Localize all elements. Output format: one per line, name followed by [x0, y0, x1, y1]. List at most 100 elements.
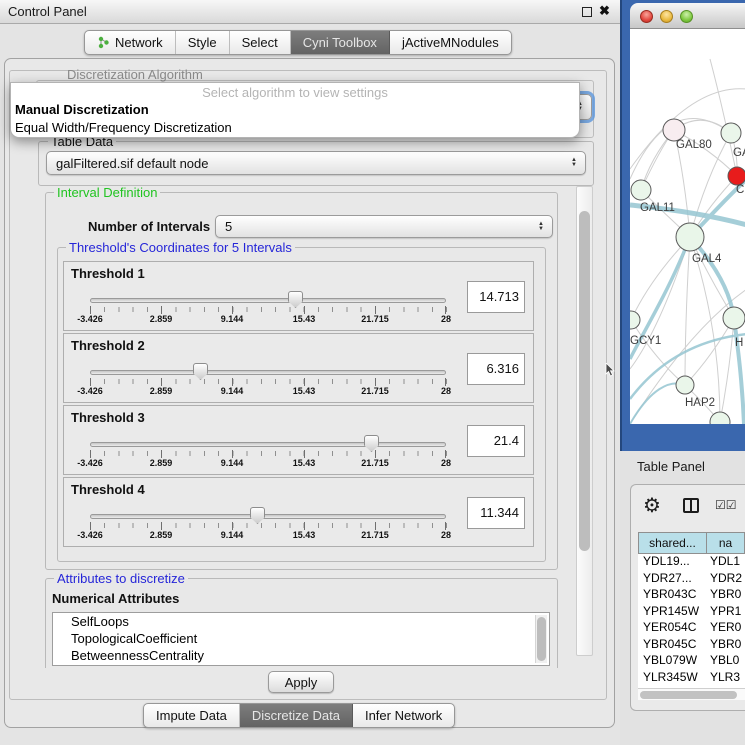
threshold-2-value-field[interactable]: 6.316 — [467, 353, 525, 385]
table-row[interactable]: YBL079WYBL0 — [638, 653, 745, 670]
tick-label: 28 — [441, 386, 451, 396]
table-row[interactable]: YER054CYER0 — [638, 620, 745, 637]
table-data-combo-value: galFiltered.sif default node — [56, 152, 208, 174]
tab-cyni-toolbox[interactable]: Cyni Toolbox — [291, 31, 390, 54]
list-item[interactable]: BetweennessCentrality — [53, 647, 549, 664]
bottom-tab-bar: Impute Data Discretize Data Infer Networ… — [143, 703, 455, 728]
node-table[interactable]: shared... na YDL19...YDL1 YDR27...YDR2 Y… — [638, 532, 745, 700]
node-label: GAL80 — [676, 139, 712, 151]
apply-button[interactable]: Apply — [268, 671, 334, 693]
column-header-shared[interactable]: shared... — [638, 532, 707, 554]
top-tab-bar: Network Style Select Cyni Toolbox jActiv… — [84, 30, 512, 55]
threshold-4-panel: Threshold 4 -3.426 2.859 9.144 15.43 21.… — [63, 477, 534, 547]
threshold-3-label: Threshold 3 — [71, 410, 145, 425]
tick-label: 21.715 — [361, 386, 389, 396]
settings-scroll-viewport: Interval Definition Number of Intervals … — [10, 186, 572, 668]
node-top-right[interactable] — [721, 123, 741, 143]
table-panel-title: Table Panel — [637, 459, 705, 474]
float-window-icon[interactable] — [582, 7, 592, 17]
settings-scrollbar[interactable] — [576, 186, 593, 656]
tick-label: 9.144 — [221, 530, 244, 540]
split-columns-icon[interactable] — [683, 498, 699, 513]
threshold-4-slider-track[interactable] — [90, 514, 446, 519]
threshold-2-slider-track[interactable] — [90, 370, 446, 375]
threshold-4-label: Threshold 4 — [71, 482, 145, 497]
threshold-2-slider-thumb[interactable] — [193, 363, 208, 380]
scrollbar-thumb[interactable] — [579, 211, 590, 551]
threshold-4-slider-thumb[interactable] — [250, 507, 265, 524]
table-row[interactable]: YLR345WYLR3 — [638, 670, 745, 687]
threshold-3-value-field[interactable]: 21.4 — [467, 425, 525, 457]
checkbox-columns-icon[interactable]: ☑☑ — [715, 498, 737, 512]
num-intervals-label: Number of Intervals — [88, 219, 210, 234]
tick-label: 2.859 — [150, 458, 173, 468]
network-graph: GAL80 GA C GAL11 GAL4 GCY1 H HAP2 — [630, 29, 745, 424]
tab-jactivemnodules[interactable]: jActiveMNodules — [390, 31, 511, 54]
threshold-1-slider-track[interactable] — [90, 298, 446, 303]
list-item[interactable]: TopologicalCoefficient — [53, 630, 549, 647]
tick-label: 15.43 — [293, 458, 316, 468]
algorithm-dropdown-popup: Select algorithm to view settings Manual… — [10, 82, 580, 138]
tick-label: 28 — [441, 314, 451, 324]
table-data-combo[interactable]: galFiltered.sif default node ▲▼ — [46, 151, 586, 175]
tab-network[interactable]: Network — [85, 31, 176, 54]
table-horizontal-scrollbar[interactable] — [638, 688, 745, 700]
tick-label: 28 — [441, 458, 451, 468]
tick-marks — [90, 379, 447, 384]
node-gcy1[interactable] — [630, 311, 640, 329]
node-gal80[interactable] — [663, 119, 685, 141]
tick-label: 2.859 — [150, 386, 173, 396]
tick-label: 15.43 — [293, 386, 316, 396]
tab-infer-network[interactable]: Infer Network — [353, 704, 454, 727]
table-row[interactable]: YBR043CYBR0 — [638, 587, 745, 604]
mouse-cursor — [605, 363, 615, 377]
numerical-attributes-list[interactable]: SelfLoops TopologicalCoefficient Between… — [52, 612, 550, 666]
threshold-1-panel: Threshold 1 -3.426 2.859 9.144 15.43 21.… — [63, 261, 534, 331]
tick-label: 15.43 — [293, 530, 316, 540]
dropdown-option-manual[interactable]: Manual Discretization — [11, 101, 579, 119]
node-right[interactable] — [723, 307, 745, 329]
tab-discretize-data[interactable]: Discretize Data — [240, 704, 353, 727]
table-row[interactable]: YDR27...YDR2 — [638, 571, 745, 588]
list-scrollbar[interactable] — [535, 615, 547, 663]
tab-impute-data[interactable]: Impute Data — [144, 704, 240, 727]
node-red-selected[interactable] — [728, 167, 745, 185]
table-row[interactable]: YBR045CYBR0 — [638, 637, 745, 654]
close-icon[interactable]: ✖ — [599, 3, 610, 19]
threshold-2-label: Threshold 2 — [71, 338, 145, 353]
node-label: GA — [733, 147, 745, 159]
table-row[interactable]: YDL19...YDL1 — [638, 554, 745, 571]
tick-label: 21.715 — [361, 530, 389, 540]
threshold-1-slider-thumb[interactable] — [288, 291, 303, 308]
column-header-name[interactable]: na — [707, 532, 745, 554]
threshold-1-value-field[interactable]: 14.713 — [467, 281, 525, 313]
control-panel-titlebar: Control Panel ✖ — [0, 0, 620, 24]
dropdown-option-equal-width[interactable]: Equal Width/Frequency Discretization — [11, 119, 579, 137]
tab-select[interactable]: Select — [230, 31, 291, 54]
network-canvas[interactable]: GAL80 GA C GAL11 GAL4 GCY1 H HAP2 — [630, 29, 745, 424]
gear-icon[interactable]: ⚙ — [643, 493, 661, 518]
scrollbar-thumb[interactable] — [640, 691, 737, 699]
threshold-4-value-field[interactable]: 11.344 — [467, 497, 525, 529]
threshold-3-slider-thumb[interactable] — [364, 435, 379, 452]
zoom-traffic-light[interactable] — [680, 10, 693, 23]
tab-style[interactable]: Style — [176, 31, 230, 54]
node-label: GCY1 — [630, 335, 661, 347]
network-window-titlebar[interactable] — [630, 3, 745, 29]
threshold-3-slider-track[interactable] — [90, 442, 446, 447]
tick-label: 15.43 — [293, 314, 316, 324]
tick-label: 28 — [441, 530, 451, 540]
tick-label: -3.426 — [77, 386, 103, 396]
table-panel: ⚙ ☑☑ shared... na YDL19...YDL1 YDR27...Y… — [630, 484, 745, 711]
close-traffic-light[interactable] — [640, 10, 653, 23]
node-gal4[interactable] — [676, 223, 704, 251]
list-item[interactable]: SelfLoops — [53, 613, 549, 630]
node-hap2[interactable] — [676, 376, 694, 394]
node-gal11[interactable] — [631, 180, 651, 200]
tick-label: 21.715 — [361, 314, 389, 324]
tick-marks — [90, 523, 447, 528]
thresholds-group-title: Threshold's Coordinates for 5 Intervals — [66, 240, 295, 255]
minimize-traffic-light[interactable] — [660, 10, 673, 23]
num-intervals-combo[interactable]: 5 ▲▼ — [215, 215, 553, 238]
table-row[interactable]: YPR145WYPR1 — [638, 604, 745, 621]
